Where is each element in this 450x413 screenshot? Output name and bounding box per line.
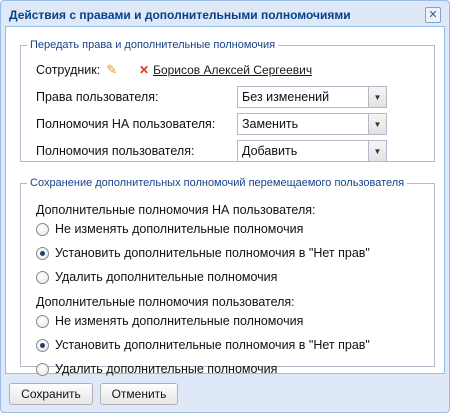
- chevron-down-icon[interactable]: ▼: [368, 87, 386, 107]
- user-rights-value: Без изменений: [242, 90, 330, 104]
- cancel-button[interactable]: Отменить: [100, 383, 178, 405]
- user-authority-label: Полномочия пользователя:: [36, 144, 195, 158]
- user-authority-row: Полномочия пользователя:: [36, 140, 194, 162]
- radio-label: Установить дополнительные полномочия в "…: [55, 338, 370, 352]
- employee-label: Сотрудник:: [36, 63, 101, 77]
- authority-on-user-select[interactable]: Заменить ▼: [237, 113, 387, 135]
- authority-on-user-label: Полномочия НА пользователя:: [36, 117, 216, 131]
- radio-button[interactable]: [36, 222, 49, 236]
- radio-label: Удалить дополнительные полномочия: [55, 270, 278, 284]
- group-title-user: Дополнительные полномочия пользователя:: [36, 295, 295, 309]
- user-authority-select[interactable]: Добавить ▼: [237, 140, 387, 162]
- user-authority-value: Добавить: [242, 144, 298, 158]
- radio-on-user-no-rights[interactable]: Установить дополнительные полномочия в "…: [36, 244, 370, 262]
- chevron-down-icon[interactable]: ▼: [368, 114, 386, 134]
- radio-label: Не изменять дополнительные полномочия: [55, 314, 304, 328]
- radio-user-no-rights[interactable]: Установить дополнительные полномочия в "…: [36, 336, 370, 354]
- group-title-on-user: Дополнительные полномочия НА пользовател…: [36, 203, 316, 217]
- dialog-title: Действия с правами и дополнительными пол…: [9, 8, 351, 22]
- pencil-icon[interactable]: ✎: [106, 62, 117, 78]
- radio-user-keep[interactable]: Не изменять дополнительные полномочия: [36, 312, 303, 330]
- user-rights-label: Права пользователя:: [36, 90, 159, 104]
- radio-on-user-keep[interactable]: Не изменять дополнительные полномочия: [36, 220, 303, 238]
- radio-button[interactable]: [36, 314, 49, 328]
- save-button[interactable]: Сохранить: [9, 383, 93, 405]
- radio-label: Удалить дополнительные полномочия: [55, 362, 278, 376]
- employee-name-link[interactable]: Борисов Алексей Сергеевич: [153, 63, 312, 77]
- radio-on-user-delete[interactable]: Удалить дополнительные полномочия: [36, 268, 277, 286]
- chevron-down-icon[interactable]: ▼: [368, 141, 386, 161]
- dialog-body: Передать права и дополнительные полномоч…: [5, 26, 445, 376]
- radio-user-delete[interactable]: Удалить дополнительные полномочия: [36, 360, 277, 378]
- remove-employee-icon[interactable]: ✕: [139, 63, 149, 77]
- authority-on-user-row: Полномочия НА пользователя:: [36, 113, 215, 135]
- user-rights-select[interactable]: Без изменений ▼: [237, 86, 387, 108]
- close-icon[interactable]: ✕: [425, 7, 441, 23]
- authority-on-user-value: Заменить: [242, 117, 299, 131]
- employee-row: Сотрудник: ✎: [36, 59, 117, 81]
- dialog-titlebar[interactable]: Действия с правами и дополнительными пол…: [5, 5, 445, 26]
- rights-dialog: Действия с правами и дополнительными пол…: [0, 0, 450, 413]
- radio-button[interactable]: [36, 270, 49, 284]
- transfer-rights-legend: Передать права и дополнительные полномоч…: [30, 39, 276, 51]
- radio-label: Установить дополнительные полномочия в "…: [55, 246, 370, 260]
- employee-value: ✕ Борисов Алексей Сергеевич: [139, 59, 312, 81]
- preserve-authority-legend: Сохранение дополнительных полномочий пер…: [30, 177, 405, 189]
- transfer-rights-fieldset: Передать права и дополнительные полномоч…: [20, 39, 435, 162]
- dialog-footer: Сохранить Отменить: [5, 377, 445, 409]
- radio-label: Не изменять дополнительные полномочия: [55, 222, 304, 236]
- preserve-authority-fieldset: Сохранение дополнительных полномочий пер…: [20, 177, 435, 376]
- radio-button[interactable]: [36, 362, 49, 376]
- radio-button-selected[interactable]: [36, 246, 49, 260]
- user-rights-row: Права пользователя:: [36, 86, 158, 108]
- radio-button-selected[interactable]: [36, 338, 49, 352]
